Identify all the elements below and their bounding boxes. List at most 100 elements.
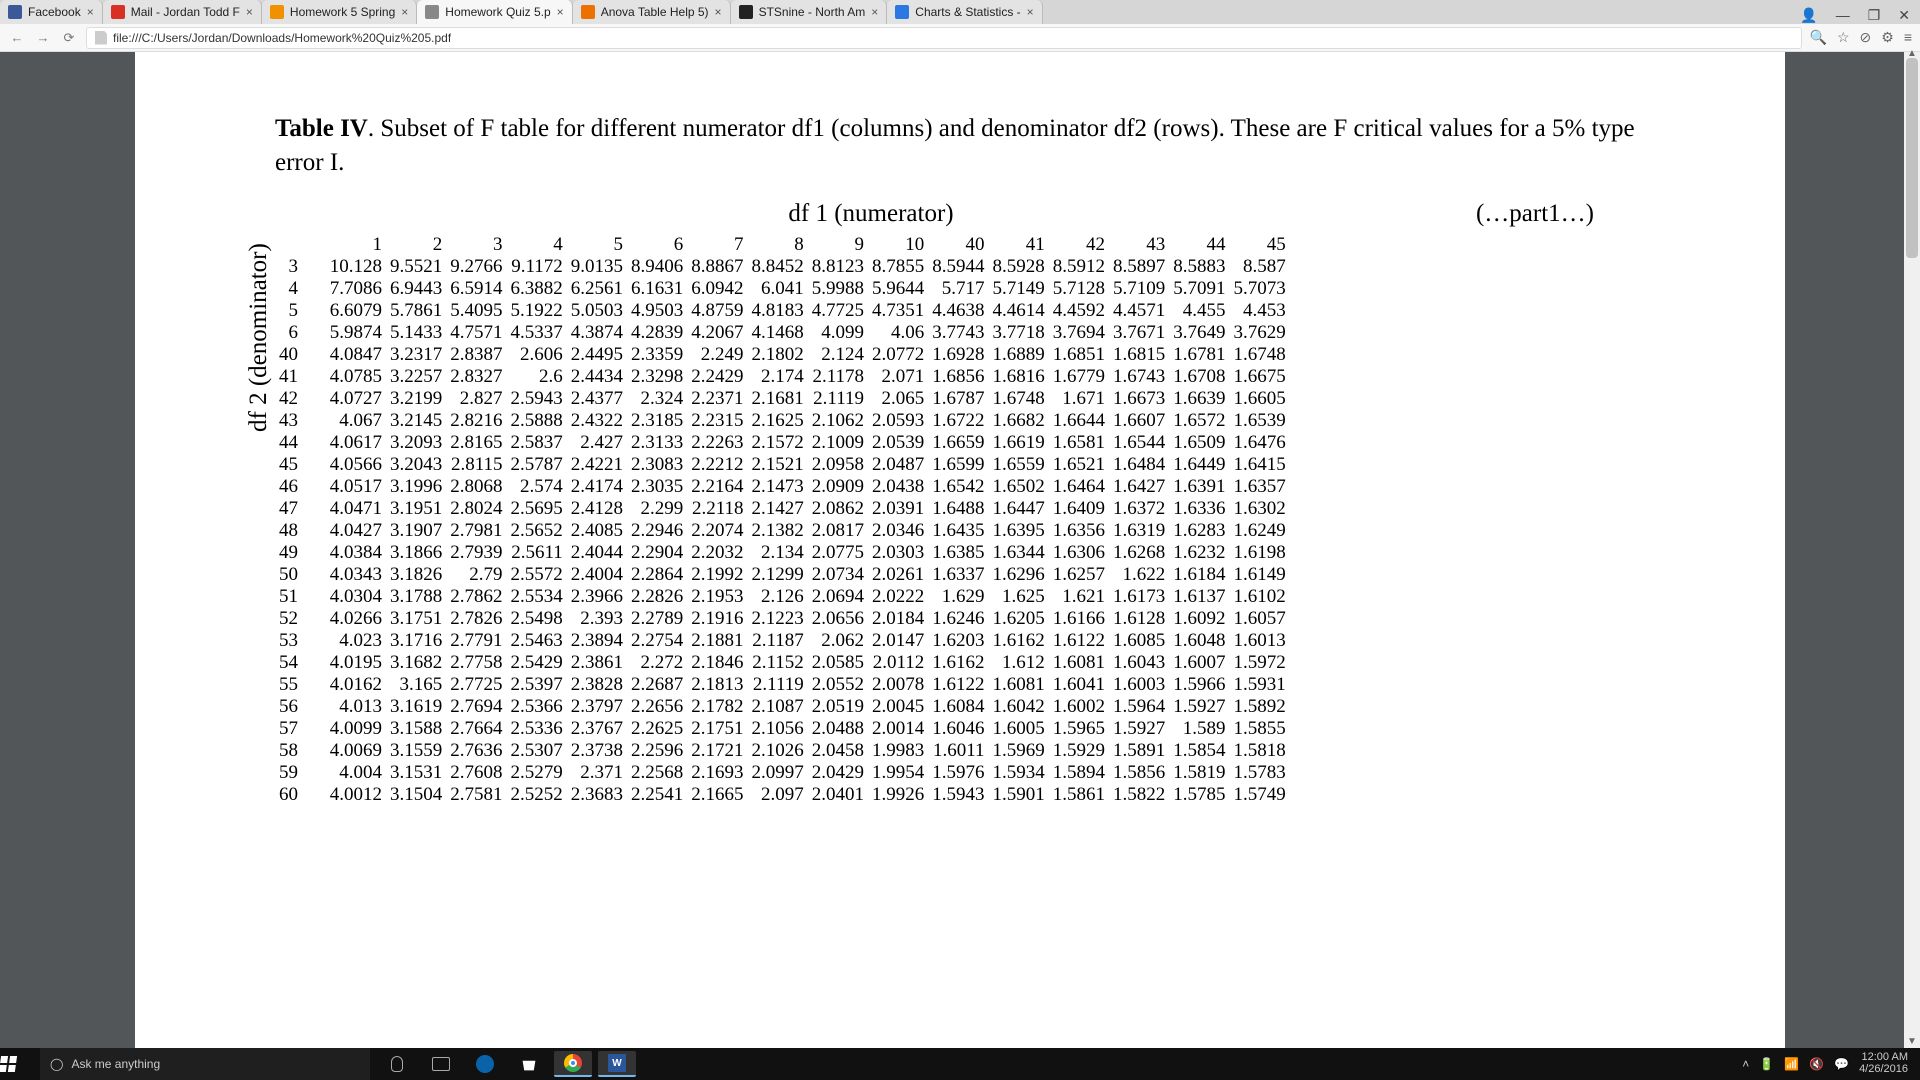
cell: 2.4221 (567, 454, 627, 476)
cell: 2.1187 (748, 630, 808, 652)
cell: 2.3828 (567, 674, 627, 696)
browser-tab[interactable]: Facebook× (0, 0, 103, 24)
favicon-icon (8, 5, 22, 19)
cell: 1.6488 (928, 498, 988, 520)
taskbar-chrome[interactable] (554, 1051, 592, 1077)
cell: 1.9983 (868, 740, 928, 762)
task-view-button[interactable] (422, 1051, 460, 1077)
browser-tab[interactable]: Charts & Statistics -× (887, 0, 1042, 24)
volume-icon[interactable]: 🔇 (1809, 1057, 1824, 1071)
close-tab-button[interactable]: × (246, 5, 253, 19)
cell: 1.6085 (1109, 630, 1169, 652)
scrollbar[interactable]: ▲ ▼ (1904, 52, 1920, 1048)
cell: 2.2164 (687, 476, 747, 498)
cell: 1.5856 (1109, 762, 1169, 784)
browser-tab[interactable]: STSnine - North Am× (731, 0, 888, 24)
close-tab-button[interactable]: × (87, 5, 94, 19)
cell: 2.134 (748, 542, 808, 564)
browser-tab[interactable]: Homework Quiz 5.p× (417, 0, 572, 24)
pdf-page: Table IV. Subset of F table for differen… (135, 52, 1785, 1048)
cell: 2.299 (627, 498, 687, 520)
close-tab-button[interactable]: × (1027, 5, 1034, 19)
cell: 8.8123 (808, 256, 868, 278)
cell: 2.1473 (748, 476, 808, 498)
taskbar-mic[interactable] (378, 1051, 416, 1077)
cell: 2.1916 (687, 608, 747, 630)
close-tab-button[interactable]: × (557, 5, 564, 19)
cell: 2.0734 (808, 564, 868, 586)
cell: 2.3861 (567, 652, 627, 674)
cell: 5.9644 (868, 278, 928, 300)
cell: 2.0222 (868, 586, 928, 608)
table-row: 494.03843.18662.79392.56112.40442.29042.… (275, 542, 1290, 564)
cortana-search[interactable]: ◯ Ask me anything (40, 1048, 370, 1080)
taskbar-word[interactable]: W (598, 1051, 636, 1077)
maximize-button[interactable]: ❐ (1868, 7, 1881, 24)
cell: 2.7791 (446, 630, 506, 652)
cell: 4.5337 (507, 322, 567, 344)
taskbar-store[interactable] (510, 1051, 548, 1077)
wifi-icon[interactable]: 📶 (1784, 1057, 1799, 1071)
table-row: 484.04273.19072.79812.56522.40852.29462.… (275, 520, 1290, 542)
back-button[interactable]: ← (8, 30, 26, 45)
action-center-icon[interactable]: 💬 (1834, 1057, 1849, 1071)
user-icon[interactable]: 👤 (1800, 7, 1817, 24)
close-tab-button[interactable]: × (401, 5, 408, 19)
cell: 3.2257 (386, 366, 446, 388)
bookmark-star-icon[interactable]: ☆ (1837, 29, 1850, 46)
cell: 2.3359 (627, 344, 687, 366)
cell: 1.6675 (1230, 366, 1290, 388)
cell: 3.1619 (386, 696, 446, 718)
cell: 2.7636 (446, 740, 506, 762)
stop-icon[interactable]: ⊘ (1860, 29, 1872, 46)
cell: 1.625 (989, 586, 1049, 608)
cell: 1.6356 (1049, 520, 1109, 542)
row-header: 5 (275, 300, 316, 322)
browser-tab[interactable]: Mail - Jordan Todd F× (103, 0, 262, 24)
address-bar: ← → ⟳ file:///C:/Users/Jordan/Downloads/… (0, 24, 1920, 52)
taskbar-edge[interactable] (466, 1051, 504, 1077)
cell: 2.5397 (507, 674, 567, 696)
f-table: 12345678910404142434445310.1289.55219.27… (275, 234, 1290, 806)
scroll-thumb[interactable] (1906, 58, 1918, 258)
omnibox[interactable]: file:///C:/Users/Jordan/Downloads/Homewo… (86, 27, 1802, 49)
reload-button[interactable]: ⟳ (60, 30, 78, 46)
cell: 2.6 (507, 366, 567, 388)
table-row: 424.07273.21992.8272.59432.43772.3242.23… (275, 388, 1290, 410)
cell: 1.6319 (1109, 520, 1169, 542)
cell: 1.5943 (928, 784, 988, 806)
cell: 1.5894 (1049, 762, 1109, 784)
menu-icon[interactable]: ≡ (1904, 29, 1912, 46)
cell: 9.5521 (386, 256, 446, 278)
cell: 2.1026 (748, 740, 808, 762)
tray-chevron-up-icon[interactable]: ˄ (1742, 1057, 1749, 1071)
minimize-button[interactable]: ― (1836, 7, 1850, 24)
browser-tab[interactable]: Anova Table Help 5)× (573, 0, 731, 24)
cell: 2.8387 (446, 344, 506, 366)
table-row: 514.03043.17882.78622.55342.39662.28262.… (275, 586, 1290, 608)
cell: 5.9988 (808, 278, 868, 300)
clock[interactable]: 12:00 AM 4/26/2016 (1859, 1052, 1912, 1075)
cell: 5.717 (928, 278, 988, 300)
cell: 1.6042 (989, 696, 1049, 718)
cell: 1.5892 (1230, 696, 1290, 718)
favicon-icon (425, 5, 439, 19)
cell: 2.1721 (687, 740, 747, 762)
cell: 2.4128 (567, 498, 627, 520)
row-header: 60 (275, 784, 316, 806)
close-tab-button[interactable]: × (871, 5, 878, 19)
browser-tab[interactable]: Homework 5 Spring× (262, 0, 417, 24)
forward-button[interactable]: → (34, 30, 52, 45)
cell: 1.6521 (1049, 454, 1109, 476)
extension-icon[interactable]: ⚙ (1881, 29, 1894, 46)
battery-icon[interactable]: 🔋 (1759, 1057, 1774, 1071)
pdf-viewport[interactable]: Table IV. Subset of F table for differen… (0, 52, 1920, 1048)
zoom-icon[interactable]: 🔍 (1810, 29, 1827, 46)
cell: 6.3882 (507, 278, 567, 300)
toolbar-icons: 🔍 ☆ ⊘ ⚙ ≡ (1810, 29, 1912, 46)
row-header: 51 (275, 586, 316, 608)
close-window-button[interactable]: ✕ (1898, 7, 1910, 24)
start-button[interactable] (0, 1056, 40, 1072)
cell: 6.041 (748, 278, 808, 300)
close-tab-button[interactable]: × (715, 5, 722, 19)
